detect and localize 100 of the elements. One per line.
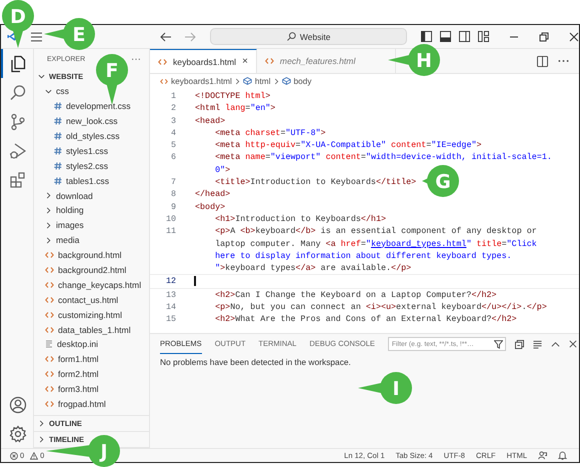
code-brackets-icon <box>45 296 54 304</box>
line-number: 1 <box>170 90 176 102</box>
code-brackets-icon <box>45 355 54 364</box>
account-icon[interactable] <box>9 396 27 414</box>
error-icon <box>10 452 18 460</box>
code-line: 0"> <box>214 164 230 176</box>
code-line: <h1>Introduction to Keyboards</h1> <box>214 212 386 226</box>
list-view-icon[interactable] <box>532 340 542 348</box>
command-search-field[interactable]: Website <box>210 28 407 45</box>
chevron-icon <box>38 420 45 427</box>
code-brackets-icon <box>45 370 54 378</box>
line-number: 14 <box>164 301 176 314</box>
tree-item[interactable]: form3.html <box>34 382 99 397</box>
tree-item[interactable]: download <box>34 188 93 204</box>
tree-item[interactable]: background2.html <box>34 262 126 278</box>
customize-layout-icon[interactable] <box>478 31 489 42</box>
menu-icon[interactable] <box>30 32 42 42</box>
line-number: 7 <box>170 176 176 188</box>
tree-item[interactable]: old_styles.css <box>34 128 120 144</box>
code-line: <meta charset="UTF-8"> <box>214 126 326 140</box>
code-line: <h2>Can I Change the Keyboard on a Laptop Computer?</h2> <box>214 288 497 302</box>
hash-icon <box>54 176 62 185</box>
tree-item[interactable]: contact_us.html <box>34 292 118 308</box>
code-line: here to display information about different keyboard types. <box>214 250 512 262</box>
line-number: 11 <box>164 225 176 238</box>
line-number: 5 <box>170 139 176 152</box>
line-number: 15 <box>164 313 176 326</box>
warning-icon <box>30 452 38 460</box>
tree-item[interactable]: media <box>34 232 80 248</box>
more-actions-button[interactable]: ··· <box>131 54 141 64</box>
sidebar-layout-icon[interactable] <box>421 31 432 42</box>
hash-icon <box>54 117 62 126</box>
code-line: <!DOCTYPE html> <box>195 90 270 102</box>
code-brackets-icon <box>45 326 54 334</box>
search-icon[interactable] <box>9 84 27 102</box>
code-line: <p>A <b>keyboard</b> is an essential component of any desktop or <box>214 225 537 238</box>
breadcrumb-item[interactable]: body <box>294 76 312 86</box>
extensions-icon[interactable] <box>9 170 27 188</box>
line-number: 8 <box>170 188 176 201</box>
line-number: 9 <box>170 200 176 213</box>
feedback-icon[interactable] <box>538 451 547 460</box>
more-icon[interactable] <box>558 59 569 63</box>
collapse-all-icon[interactable] <box>514 340 524 348</box>
code-line: <title>Introduction to Keyboards</title> <box>214 176 416 188</box>
tree-item[interactable]: tables1.css <box>34 173 109 188</box>
code-line: <head> <box>195 114 226 127</box>
tree-item[interactable]: holding <box>34 203 84 218</box>
tree-item[interactable]: customizing.html <box>34 307 122 322</box>
line-number: 2 <box>170 102 176 115</box>
tree-item[interactable]: change_keycaps.html <box>34 277 142 292</box>
code-line: laptop computer. Many <a href="keyboard_types.html" title="Click <box>214 238 537 250</box>
line-number: 4 <box>170 126 176 140</box>
tree-item[interactable]: background.html <box>34 248 122 263</box>
split-layout-icon[interactable] <box>459 31 470 42</box>
tree-item[interactable]: form2.html <box>34 366 99 382</box>
line-number: 12 <box>164 275 176 288</box>
code-line: <body> <box>195 200 226 213</box>
hash-icon <box>54 146 62 155</box>
code-line: <p>No, but you can connect an <i><u>external keyboard</u></i>.</p> <box>214 301 547 314</box>
run-debug-icon[interactable] <box>9 142 27 160</box>
files-icon[interactable] <box>9 54 27 72</box>
code-brackets-icon <box>45 400 54 408</box>
code-brackets-icon <box>45 266 54 274</box>
cube-icon <box>282 77 291 85</box>
restore-icon[interactable] <box>539 32 549 42</box>
bell-icon[interactable] <box>558 451 567 460</box>
line-number: 3 <box>170 114 176 127</box>
tree-item[interactable]: styles2.css <box>34 158 108 174</box>
text-cursor <box>194 276 196 286</box>
hash-icon <box>54 132 62 140</box>
filter-icon[interactable] <box>494 340 503 348</box>
hash-icon <box>54 102 62 110</box>
code-brackets-icon <box>264 57 274 65</box>
code-brackets-icon <box>45 280 54 289</box>
close-tab-button[interactable]: × <box>242 56 248 67</box>
text-file-icon <box>45 340 53 348</box>
tree-item[interactable]: frogpad.html <box>34 396 106 412</box>
breadcrumb-item[interactable]: html <box>254 76 271 86</box>
settings-icon[interactable] <box>9 424 27 442</box>
chevron-up-icon[interactable] <box>550 340 560 348</box>
close-icon[interactable] <box>569 32 579 42</box>
branch-icon[interactable] <box>9 112 27 130</box>
tree-item[interactable]: css <box>34 84 69 99</box>
tree-item[interactable]: images <box>34 218 84 233</box>
close-icon[interactable] <box>568 340 577 348</box>
tree-item[interactable]: desktop.ini <box>34 337 98 352</box>
code-brackets-icon <box>158 58 167 66</box>
panel-layout-icon[interactable] <box>440 31 451 42</box>
chevron-icon <box>274 78 279 84</box>
tree-item[interactable]: form1.html <box>34 352 99 367</box>
tree-item[interactable]: styles1.css <box>34 143 108 158</box>
code-line: <html lang="en"> <box>195 102 276 115</box>
breadcrumb-item[interactable]: keyboards1.html <box>171 76 232 86</box>
editor-tab[interactable]: keyboards1.html × <box>150 49 257 73</box>
search-icon <box>286 32 296 41</box>
split-editor-icon[interactable] <box>537 56 548 66</box>
problems-message: No problems have been detected in the workspace. <box>159 356 352 369</box>
tree-item[interactable]: data_tables_1.html <box>34 322 131 338</box>
tree-item[interactable]: new_look.css <box>34 114 118 129</box>
back-arrow-icon[interactable] <box>160 32 172 42</box>
